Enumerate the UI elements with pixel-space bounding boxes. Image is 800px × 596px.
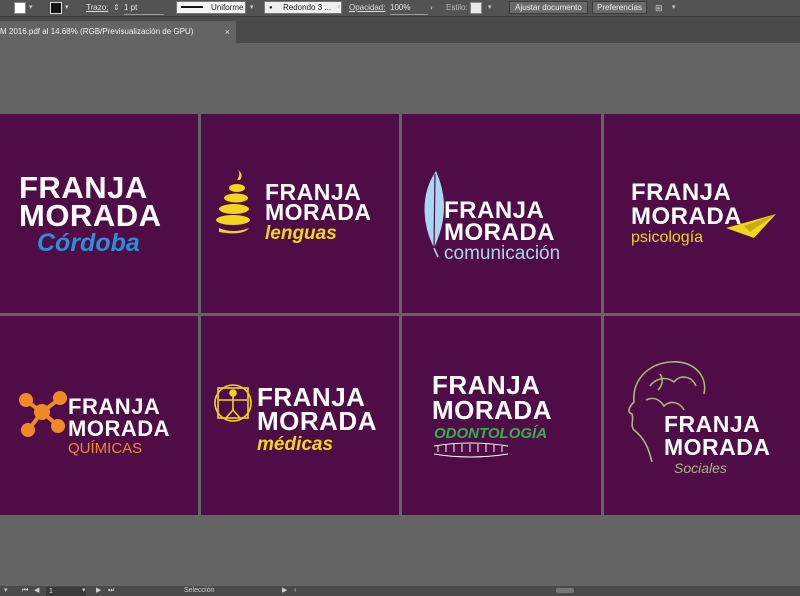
brush-select[interactable]: ● Redondo 3 ...	[264, 1, 342, 14]
page-dropdown-icon[interactable]: ▾	[82, 586, 86, 596]
profile-select[interactable]: Uniforme	[176, 1, 246, 14]
status-bar: ▾ ⏮ ◀ 1 ▾ ▶ ⏭ Selección ▶ ‹	[0, 586, 800, 596]
logo-line2: MORADA	[265, 199, 372, 225]
fill-swatch[interactable]	[14, 2, 26, 14]
stroke-label[interactable]: Trazo:	[86, 2, 108, 14]
artboard-lenguas[interactable]: FRANJA MORADA lenguas	[201, 114, 399, 313]
style-label: Estilo:	[446, 3, 468, 12]
artboard-quimicas[interactable]: FRANJA MORADA QUÍMICAS	[0, 316, 198, 515]
brush-label: Redondo 3 ...	[283, 3, 332, 12]
stroke-swatch[interactable]	[50, 2, 62, 14]
profile-label: Uniforme	[211, 3, 244, 12]
logo-line2: MORADA	[68, 416, 170, 441]
brush-dropdown-icon[interactable]: ▾	[337, 2, 341, 14]
stroke-dropdown-icon[interactable]: ▾	[65, 2, 69, 14]
logo-sub: Sociales	[674, 460, 727, 476]
logo-sub: médicas	[257, 434, 333, 455]
current-tool-label: Selección	[184, 587, 215, 594]
logo-sociales: FRANJA MORADA Sociales	[628, 361, 771, 476]
last-page-icon[interactable]: ⏭	[108, 586, 114, 596]
logo-sub: psicología	[631, 229, 703, 246]
logo-sub: comunicación	[444, 243, 560, 264]
previous-page-icon[interactable]: ◀	[34, 586, 39, 596]
page-field[interactable]: 1	[46, 587, 86, 596]
artboard-cordoba[interactable]: FRANJA MORADA Córdoba	[0, 114, 198, 313]
stroke-stepper-icon[interactable]: ⇕	[113, 2, 120, 14]
logo-medicas: FRANJA MORADA médicas	[214, 382, 377, 455]
document-tab[interactable]: M 2016.pdf al 14.68% (RGB/Previsualizaci…	[0, 21, 236, 43]
logo-line1: FRANJA	[631, 179, 731, 206]
vitruvian-man-icon	[214, 384, 252, 422]
preferences-button[interactable]: Preferencias	[592, 1, 647, 14]
logo-cordoba: FRANJA MORADA Córdoba	[19, 170, 162, 257]
document-setup-button[interactable]: Ajustar documento	[509, 1, 588, 14]
canvas[interactable]: FRANJA MORADA Córdoba FRANJA MORADA leng…	[0, 43, 800, 586]
profile-dropdown-icon[interactable]: ▾	[250, 2, 254, 14]
close-icon[interactable]: ×	[225, 21, 230, 43]
logo-line2: MORADA	[19, 198, 162, 233]
scroll-left-icon[interactable]: ‹	[294, 586, 296, 596]
logo-lenguas: FRANJA MORADA lenguas	[216, 170, 372, 244]
feather-icon	[424, 171, 444, 258]
logo-sub: lenguas	[265, 223, 337, 244]
logo-comunicacion: FRANJA MORADA comunicación	[424, 171, 560, 264]
opacity-arrow-icon[interactable]: ›	[430, 2, 433, 14]
logo-sub: QUÍMICAS	[68, 440, 142, 457]
first-page-icon[interactable]: ⏮	[22, 586, 28, 596]
arrange-icon[interactable]: ⊞	[655, 2, 663, 14]
logo-line2: MORADA	[444, 219, 555, 246]
artboard-comunicacion[interactable]: FRANJA MORADA comunicación	[402, 114, 601, 313]
teeth-icon	[433, 442, 509, 458]
document-tab-title: M 2016.pdf al 14.68% (RGB/Previsualizaci…	[0, 27, 194, 36]
molecule-icon	[19, 391, 67, 437]
status-arrow-icon[interactable]: ▶	[282, 586, 287, 596]
document-tab-bar: M 2016.pdf al 14.68% (RGB/Previsualizaci…	[0, 17, 800, 43]
fill-dropdown-icon[interactable]: ▾	[29, 2, 33, 14]
stroke-weight-field[interactable]: 1 pt	[124, 2, 164, 15]
artboard-medicas[interactable]: FRANJA MORADA médicas	[201, 316, 399, 515]
uniform-line-icon	[181, 6, 203, 8]
arrange-dropdown-icon[interactable]: ▾	[672, 2, 676, 14]
logo-sub: ODONTOLOGÍA	[434, 425, 547, 442]
opacity-label[interactable]: Opacidad:	[349, 2, 385, 14]
style-dropdown-icon[interactable]: ▾	[488, 2, 492, 14]
horizontal-scrollbar-thumb[interactable]	[556, 588, 574, 593]
logo-sub: Córdoba	[37, 229, 140, 257]
logo-line2: MORADA	[664, 434, 771, 460]
style-swatch[interactable]	[470, 2, 482, 14]
logo-line2: MORADA	[257, 406, 377, 436]
next-page-icon[interactable]: ▶	[96, 586, 101, 596]
brush-dot-icon: ●	[269, 5, 273, 11]
logo-line2: MORADA	[631, 203, 742, 230]
logo-psicologia: FRANJA MORADA psicología	[631, 179, 776, 246]
artboard-odontologia[interactable]: FRANJA MORADA ODONTOLOGÍA	[402, 316, 601, 515]
control-bar: ▾ ▾ Trazo: ⇕ 1 pt Uniforme ▾ ● Redondo 3…	[0, 0, 800, 17]
tongue-icon	[216, 170, 250, 234]
artboard-psicologia[interactable]: FRANJA MORADA psicología	[604, 114, 800, 313]
zoom-dropdown-icon[interactable]: ▾	[4, 586, 8, 596]
logo-line2: MORADA	[432, 395, 552, 425]
logo-quimicas: FRANJA MORADA QUÍMICAS	[19, 391, 170, 457]
artboard-sociales[interactable]: FRANJA MORADA Sociales	[604, 316, 800, 515]
opacity-field[interactable]: 100%	[390, 2, 428, 15]
logo-odontologia: FRANJA MORADA ODONTOLOGÍA	[432, 370, 552, 458]
